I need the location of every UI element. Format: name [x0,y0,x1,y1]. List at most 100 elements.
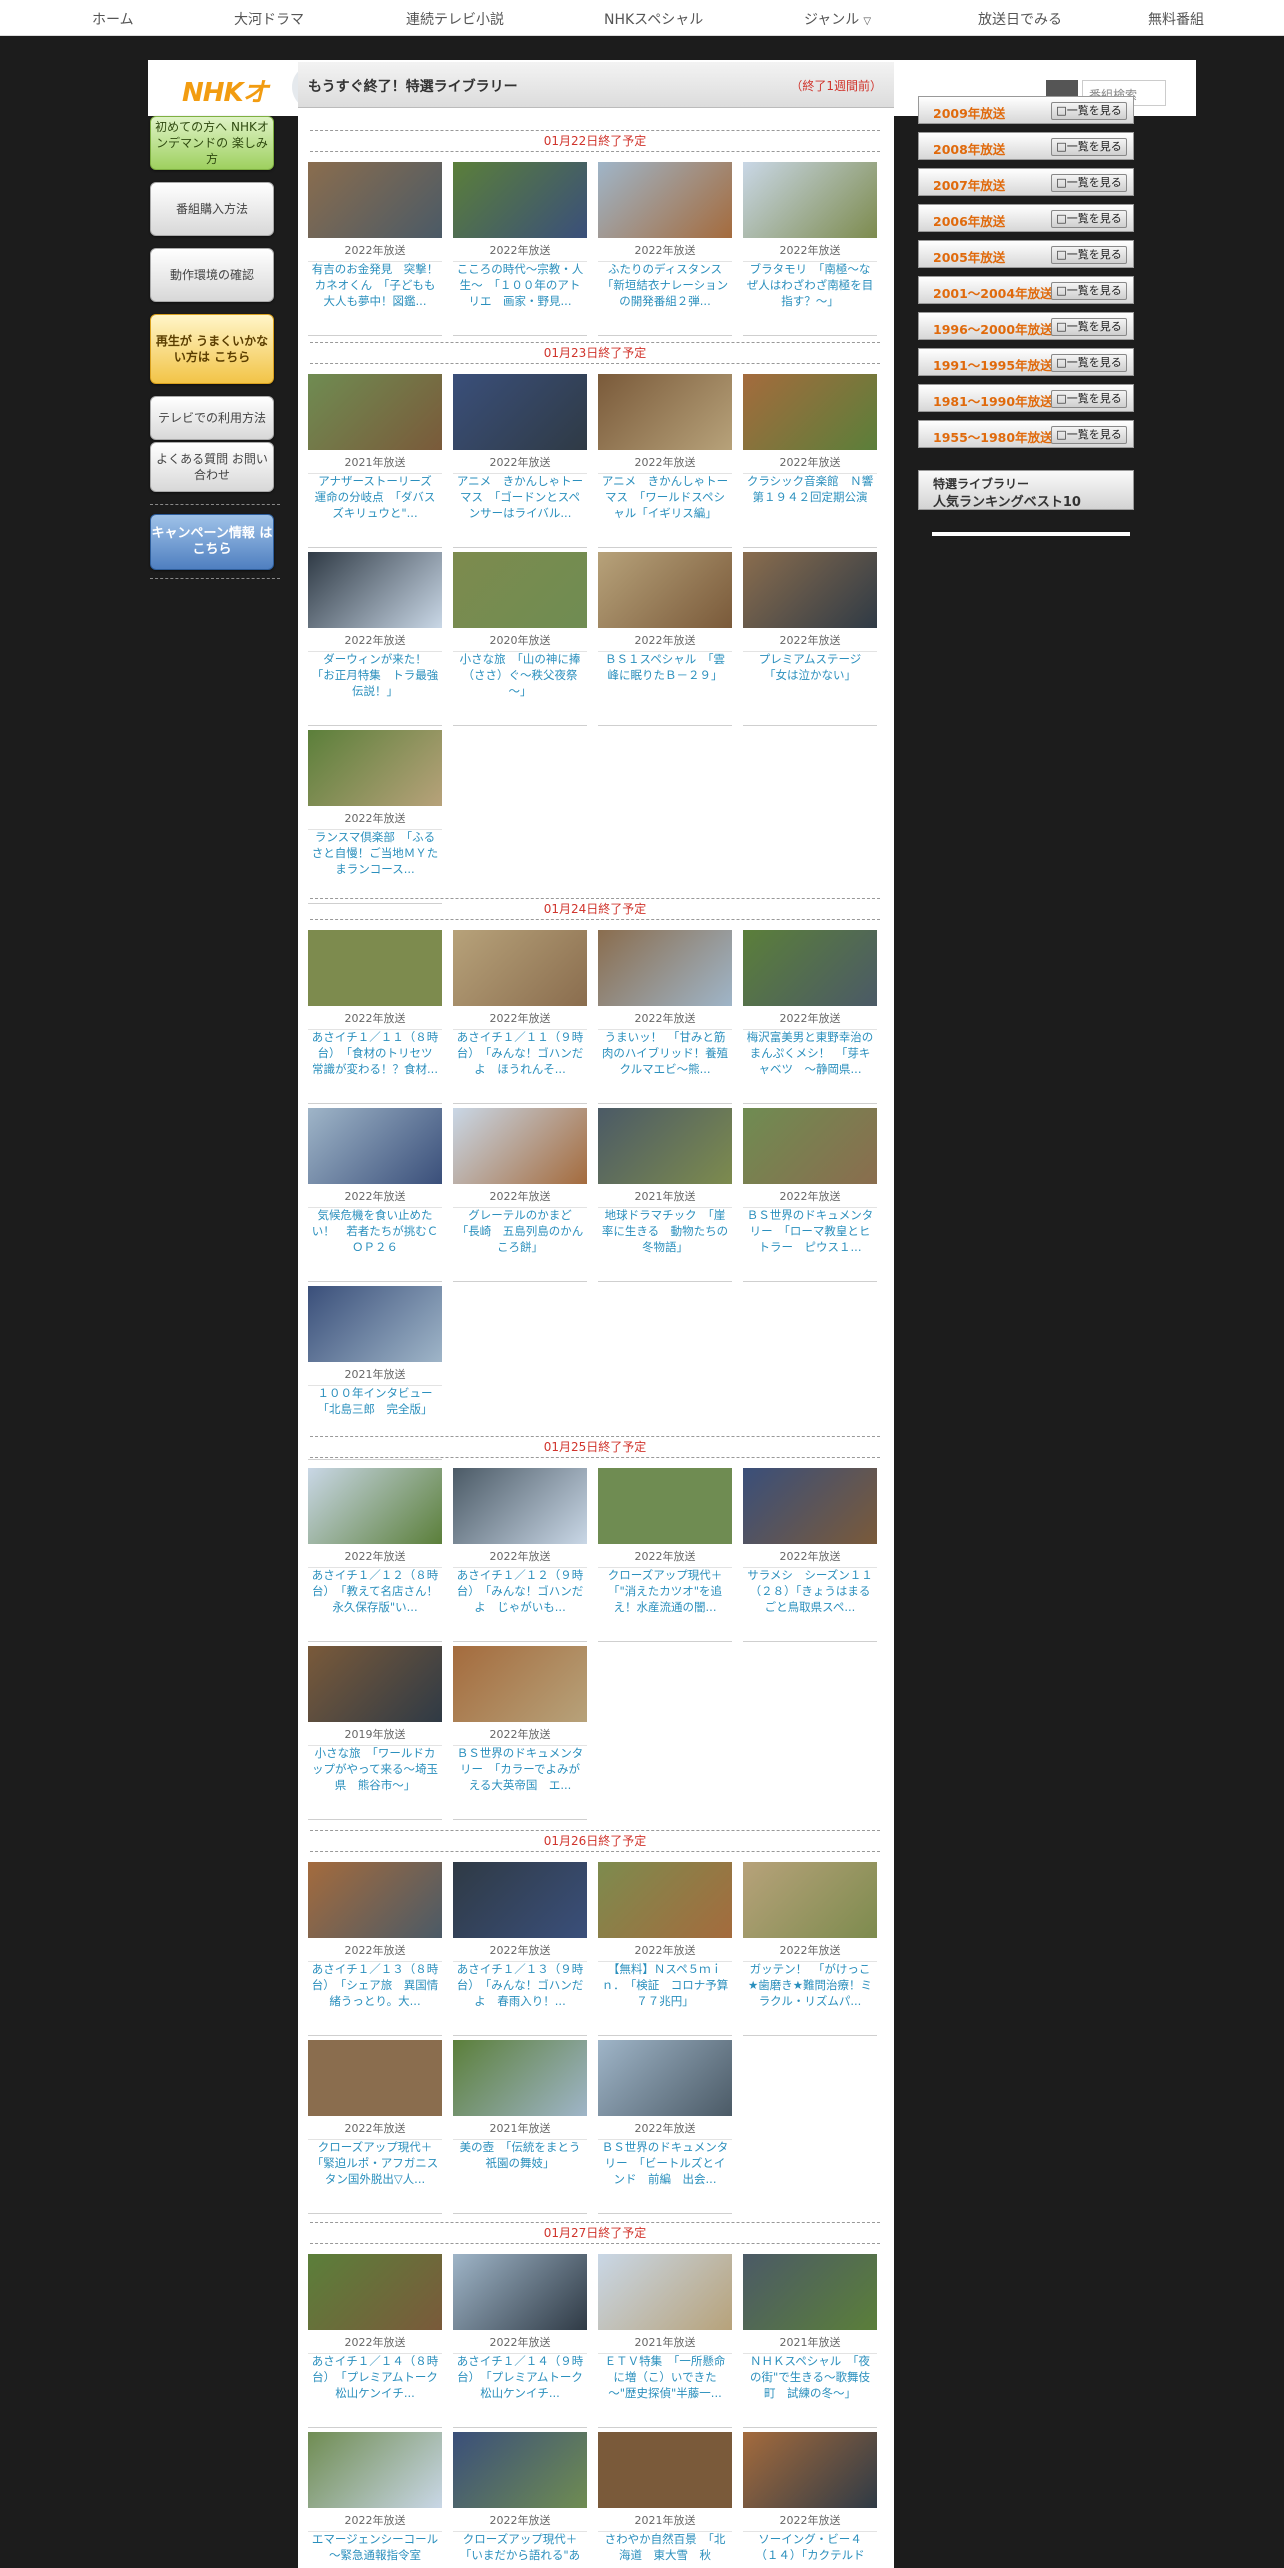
campaign-button[interactable]: キャンペーン情報 はこちら [150,514,274,570]
program-title-link[interactable]: あさイチ１／１２（９時台） 「みんな！ゴハンだよ じゃがいも... [455,1567,585,1615]
program-thumbnail[interactable] [453,2432,587,2508]
program-title-link[interactable]: アニメ きかんしゃトーマス 「ゴードンとスペンサーはライバル... [455,473,585,521]
program-thumbnail[interactable] [453,552,587,628]
program-thumbnail[interactable] [308,374,442,450]
program-title-link[interactable]: うまいッ！ 「甘みと筋肉のハイブリッド！養殖クルマエビ～熊... [600,1029,730,1077]
program-card[interactable]: 2021年放送 地球ドラマチック 「崖率に生きる 動物たちの冬物語」 [598,1108,732,1282]
program-thumbnail[interactable] [453,1468,587,1544]
program-title-link[interactable]: クローズアップ現代＋ 「いまだから語れる"あ [455,2531,589,2563]
program-card[interactable]: 2022年放送 あさイチ１／１２（９時台） 「みんな！ゴハンだよ じゃがいも... [453,1468,587,1642]
program-thumbnail[interactable] [308,2040,442,2116]
program-title-link[interactable]: １００年インタビュー 「北島三郎 完全版」 [310,1385,445,1417]
program-thumbnail[interactable] [308,162,442,238]
program-title-link[interactable]: さわやか自然百景 「北海道 東大雪 秋 [600,2531,730,2563]
nhk-ondemand-logo[interactable]: NHKオ [182,72,269,109]
program-thumbnail[interactable] [453,2040,587,2116]
program-card[interactable]: 2021年放送 美の壺 「伝統をまとう 祇園の舞妓」 [453,2040,592,2214]
program-thumbnail[interactable] [743,2432,877,2508]
program-title-link[interactable]: エマージェンシーコール ～緊急通報指令室 [310,2531,450,2563]
program-title-link[interactable]: 気候危機を食い止めたい！ 若者たちが挑むＣＯＰ２６ [310,1207,440,1255]
program-thumbnail[interactable] [453,1108,587,1184]
program-title-link[interactable]: ダーウィンが来た！ 「お正月特集 トラ最強伝説！」 [310,651,440,699]
program-thumbnail[interactable] [453,1862,587,1938]
view-list-button[interactable]: □一覧を見る [1051,282,1127,300]
program-title-link[interactable]: あさイチ１／１１（８時台） 「食材のトリセツ 常識が変わる！？食材... [310,1029,444,1077]
program-title-link[interactable]: 小さな旅 「ワールドカップがやって来る～埼玉県 熊谷市～」 [310,1745,440,1793]
environment-check-button[interactable]: 動作環境の確認 [150,248,274,302]
program-thumbnail[interactable] [598,1468,732,1544]
program-title-link[interactable]: クローズアップ現代＋ 「"消えたカツオ"を追え！水産流通の闇... [600,1567,734,1615]
program-title-link[interactable]: ふたりのディスタンス 「新垣結衣ナレーションの開発番組２弾... [600,261,734,309]
program-thumbnail[interactable] [743,374,877,450]
program-title-link[interactable]: ガッテン！ 「がけっこ★歯磨き★難問治療！ミラクル・リズムパ... [745,1961,875,2009]
program-card[interactable]: 2021年放送 さわやか自然百景 「北海道 東大雪 秋 [598,2432,732,2568]
program-title-link[interactable]: 美の壺 「伝統をまとう 祇園の舞妓」 [455,2139,592,2171]
program-thumbnail[interactable] [743,1108,877,1184]
program-thumbnail[interactable] [598,552,732,628]
program-card[interactable]: 2022年放送 エマージェンシーコール ～緊急通報指令室 [308,2432,450,2568]
nav-taiga-drama[interactable]: 大河ドラマ [234,9,304,29]
program-card[interactable]: 2022年放送 【無料】Ｎスペ５ｍｉｎ． 「検証 コロナ予算７７兆円」 [598,1862,732,2036]
year-button[interactable]: 1991～1995年放送 □一覧を見る [918,348,1134,376]
program-thumbnail[interactable] [598,2432,732,2508]
nav-asadora[interactable]: 連続テレビ小説 [406,9,504,29]
program-title-link[interactable]: グレーテルのかまど 「長崎 五島列島のかんころ餅」 [455,1207,585,1255]
program-card[interactable]: 2021年放送 ＥＴＶ特集 「一所懸命に増（こ）いできた～"歴史探偵"半藤一... [598,2254,732,2428]
year-button[interactable]: 2007年放送 □一覧を見る [918,168,1134,196]
program-card[interactable]: 2022年放送 ＢＳ世界のドキュメンタリー 「ビートルズとインド 前編 出会... [598,2040,732,2214]
program-title-link[interactable]: あさイチ１／１３（８時台） 「シェア旅 異国情緒うっとり。大... [310,1961,440,2009]
program-title-link[interactable]: サラメシ シーズン１１ （２８）「きょうはまるごと鳥取県スペ... [745,1567,884,1615]
program-card[interactable]: 2022年放送 梅沢富美男と東野幸治のまんぷくメシ！ 「芽キャベツ ～静岡県... [743,930,877,1104]
nav-nhk-special[interactable]: NHKスペシャル [604,9,703,29]
program-thumbnail[interactable] [598,930,732,1006]
nav-home[interactable]: ホーム [92,9,134,29]
year-button[interactable]: 2008年放送 □一覧を見る [918,132,1134,160]
program-card[interactable]: 2022年放送 クローズアップ現代＋ 「緊迫ルポ・アフガニスタン国外脱出▽人... [308,2040,444,2214]
program-title-link[interactable]: ランスマ倶楽部 「ふるさと自慢！ご当地ＭＹたまランコース... [310,829,440,877]
program-thumbnail[interactable] [743,1468,877,1544]
program-thumbnail[interactable] [308,552,442,628]
program-title-link[interactable]: アニメ きかんしゃトーマス 「ワールドスペシャル「イギリス編」 [600,473,730,521]
program-card[interactable]: 2022年放送 ＢＳ世界のドキュメンタリー 「カラーでよみがえる大英帝国 エ... [453,1646,587,1820]
program-card[interactable]: 2021年放送 １００年インタビュー 「北島三郎 完全版」 [308,1286,445,1460]
program-card[interactable]: 2022年放送 グレーテルのかまど 「長崎 五島列島のかんころ餅」 [453,1108,587,1282]
program-title-link[interactable]: あさイチ１／１２（８時台） 「教えて名店さん！永久保存版"い... [310,1567,440,1615]
program-card[interactable]: 2022年放送 気候危機を食い止めたい！ 若者たちが挑むＣＯＰ２６ [308,1108,442,1282]
program-title-link[interactable]: クラシック音楽館 Ｎ響第１９４２回定期公演 [745,473,875,505]
program-card[interactable]: 2022年放送 クローズアップ現代＋ 「いまだから語れる"あ [453,2432,589,2568]
guide-button[interactable]: 初めての方へ NHKオンデマンドの 楽しみ方 [150,116,274,170]
program-card[interactable]: 2022年放送 ＢＳ世界のドキュメンタリー 「ローマ教皇とヒトラー ピウス１... [743,1108,877,1282]
program-card[interactable]: 2022年放送 あさイチ１／１２（８時台） 「教えて名店さん！永久保存版"い... [308,1468,442,1642]
program-card[interactable]: 2022年放送 ふたりのディスタンス 「新垣結衣ナレーションの開発番組２弾... [598,162,734,336]
year-button[interactable]: 2006年放送 □一覧を見る [918,204,1134,232]
view-list-button[interactable]: □一覧を見る [1051,102,1127,120]
program-thumbnail[interactable] [308,730,442,806]
program-thumbnail[interactable] [743,930,877,1006]
nav-free[interactable]: 無料番組 [1148,9,1204,29]
program-title-link[interactable]: 【無料】Ｎスペ５ｍｉｎ． 「検証 コロナ予算７７兆円」 [600,1961,730,2009]
program-thumbnail[interactable] [453,2254,587,2330]
program-thumbnail[interactable] [598,1108,732,1184]
program-thumbnail[interactable] [308,2432,442,2508]
program-card[interactable]: 2022年放送 あさイチ１／１３（９時台） 「みんな！ゴハンだよ 春雨入り！... [453,1862,587,2036]
faq-contact-button[interactable]: よくある質問 お問い合わせ [150,442,274,492]
program-title-link[interactable]: ＥＴＶ特集 「一所懸命に増（こ）いできた～"歴史探偵"半藤一... [600,2353,730,2401]
view-list-button[interactable]: □一覧を見る [1051,246,1127,264]
program-title-link[interactable]: あさイチ１／１１（９時台） 「みんな！ゴハンだよ ほうれんそ... [455,1029,585,1077]
program-thumbnail[interactable] [743,1862,877,1938]
year-button[interactable]: 2001～2004年放送 □一覧を見る [918,276,1134,304]
program-title-link[interactable]: アナザーストーリーズ 運命の分岐点 「ダバスズキリュウと"... [310,473,444,521]
year-button[interactable]: 2009年放送 □一覧を見る [918,96,1134,124]
program-thumbnail[interactable] [598,2254,732,2330]
program-card[interactable]: 2022年放送 アニメ きかんしゃトーマス 「ゴードンとスペンサーはライバル... [453,374,587,548]
playback-help-button[interactable]: 再生が うまくいかない方は こちら [150,314,274,384]
program-title-link[interactable]: あさイチ１／１４（８時台） 「プレミアムトーク 松山ケンイチ... [310,2353,450,2401]
program-card[interactable]: 2022年放送 あさイチ１／１１（８時台） 「食材のトリセツ 常識が変わる！？食材… [308,930,444,1104]
view-list-button[interactable]: □一覧を見る [1051,318,1127,336]
program-thumbnail[interactable] [598,374,732,450]
nav-genre[interactable]: ジャンル ▽ [804,9,871,29]
program-title-link[interactable]: こころの時代～宗教・人生～ 「１００年のアトリエ 画家・野見... [455,261,585,309]
program-thumbnail[interactable] [453,162,587,238]
program-thumbnail[interactable] [598,1862,732,1938]
program-title-link[interactable]: ソーイング・ビー４ （１４）「カクテルド [745,2531,875,2563]
